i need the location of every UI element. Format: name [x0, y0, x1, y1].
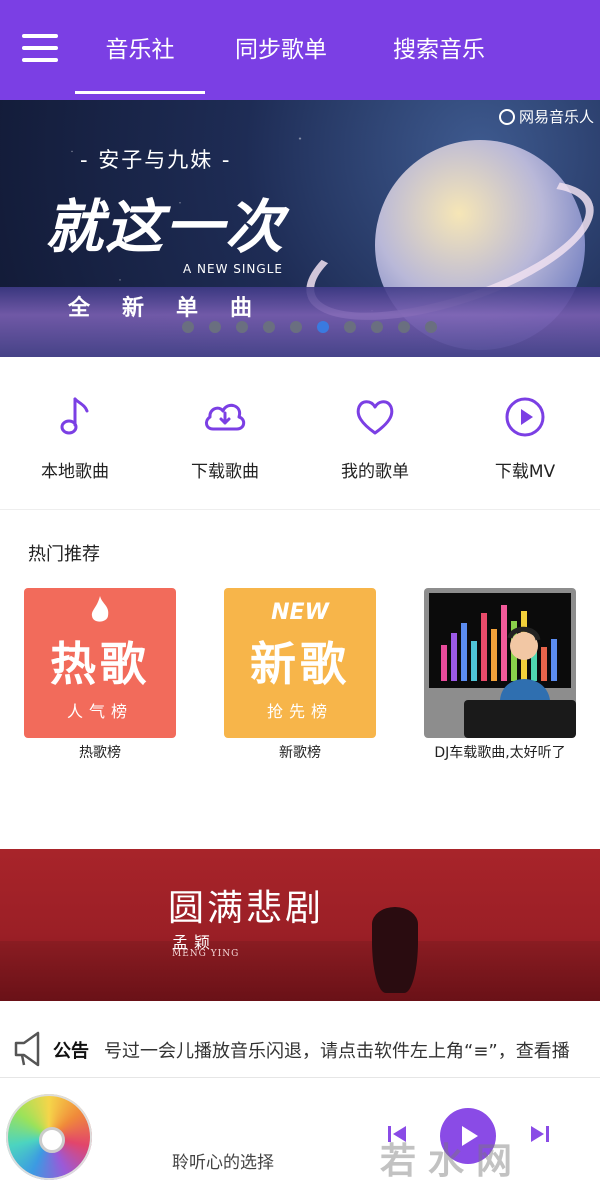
new-chart-cover: NEW 新歌 抢先榜 [224, 588, 376, 738]
banner-artist: - 安子与九妹 - [80, 148, 232, 172]
notice-text: 号过一会儿播放音乐闪退，请点击软件左上角“≡”，查看播 [104, 1041, 570, 1062]
tab-sync-playlist[interactable]: 同步歌单 [206, 0, 356, 100]
carousel-dot[interactable] [290, 321, 302, 333]
hot-chart-cover-subtitle: 人气榜 [66, 702, 133, 721]
cloud-download-icon [204, 403, 246, 431]
hot-chart-card[interactable]: 热歌 人气榜 热歌榜 [24, 588, 176, 762]
local-songs-button[interactable]: 本地歌曲 [0, 357, 150, 509]
top-app-bar: 音乐社 同步歌单 搜索音乐 [0, 0, 600, 100]
download-songs-button[interactable]: 下载歌曲 [150, 357, 300, 509]
banner-carousel[interactable]: 网易音乐人 - 安子与九妹 - 就这一次 A NEW SINGLE 全新单曲 [0, 100, 600, 357]
album-disc-icon[interactable] [6, 1094, 92, 1180]
tab-search-music[interactable]: 搜索音乐 [364, 0, 514, 100]
banner-brand: 网易音乐人 [498, 106, 594, 127]
new-chart-card[interactable]: NEW 新歌 抢先榜 新歌榜 [224, 588, 376, 762]
promo-banner[interactable]: 圆满悲剧 孟颖 MENG YING [0, 849, 600, 1001]
watermark-text: 若水网 [380, 1141, 525, 1182]
carousel-indicator [182, 321, 437, 333]
top-tabs: 音乐社 同步歌单 搜索音乐 [75, 0, 514, 100]
hot-chart-caption: 热歌榜 [79, 745, 121, 761]
dj-playlist-cover [424, 588, 576, 738]
my-playlist-button[interactable]: 我的歌单 [300, 357, 450, 509]
hamburger-menu-icon[interactable] [22, 34, 58, 66]
banner-title: 就这一次 [45, 193, 286, 261]
flame-icon [91, 596, 109, 622]
carousel-dot[interactable] [398, 321, 410, 333]
notice-label: 公告 [53, 1041, 89, 1062]
music-note-icon [60, 397, 89, 435]
download-mv-button[interactable]: 下载MV [450, 357, 600, 509]
new-chart-cover-subtitle: 抢先榜 [266, 702, 333, 721]
carousel-dot[interactable] [236, 321, 248, 333]
tab-music-club[interactable]: 音乐社 [75, 0, 205, 100]
banner-subtitle-en: A NEW SINGLE [183, 262, 283, 276]
quick-actions: 本地歌曲 下载歌曲 我的歌单 下载MV [0, 357, 600, 509]
section-divider [0, 509, 600, 510]
carousel-dot[interactable] [182, 321, 194, 333]
carousel-dot[interactable] [263, 321, 275, 333]
carousel-dot[interactable] [425, 321, 437, 333]
dj-playlist-card[interactable]: DJ车载歌曲,太好听了 [424, 588, 576, 762]
download-mv-label: 下载MV [494, 462, 556, 482]
dj-playlist-caption: DJ车载歌曲,太好听了 [434, 745, 566, 761]
my-playlist-label: 我的歌单 [341, 462, 409, 482]
next-track-icon[interactable] [528, 1122, 552, 1146]
hot-recommend-title: 热门推荐 [28, 544, 100, 565]
play-circle-icon [505, 397, 545, 437]
new-tag: NEW [271, 600, 329, 625]
woman-silhouette-illustration [372, 907, 418, 993]
local-songs-label: 本地歌曲 [41, 462, 109, 482]
banner-subtitle-cn: 全新单曲 [68, 296, 285, 321]
carousel-dot[interactable] [344, 321, 356, 333]
hot-chart-cover: 热歌 人气榜 [24, 588, 176, 738]
download-songs-label: 下载歌曲 [191, 462, 259, 482]
carousel-dot[interactable] [209, 321, 221, 333]
heart-icon [356, 400, 394, 435]
now-playing-text: 聆听心的选择 [172, 1153, 274, 1173]
hot-chart-cover-title: 热歌 [50, 637, 150, 691]
new-chart-caption: 新歌榜 [279, 745, 321, 761]
carousel-dot-active[interactable] [317, 321, 329, 333]
notice-bar[interactable]: 公告 号过一会儿播放音乐闪退，请点击软件左上角“≡”，查看播 [0, 1021, 600, 1077]
banner-brand-label: 网易音乐人 [518, 108, 594, 126]
promo-artist-en: MENG YING [172, 949, 240, 959]
megaphone-icon [14, 1031, 40, 1067]
netease-logo-icon [498, 108, 515, 125]
new-chart-cover-title: 新歌 [250, 637, 350, 691]
carousel-dot[interactable] [371, 321, 383, 333]
promo-title: 圆满悲剧 [168, 888, 325, 929]
mini-player: 聆听心的选择 若水网 [0, 1078, 600, 1198]
